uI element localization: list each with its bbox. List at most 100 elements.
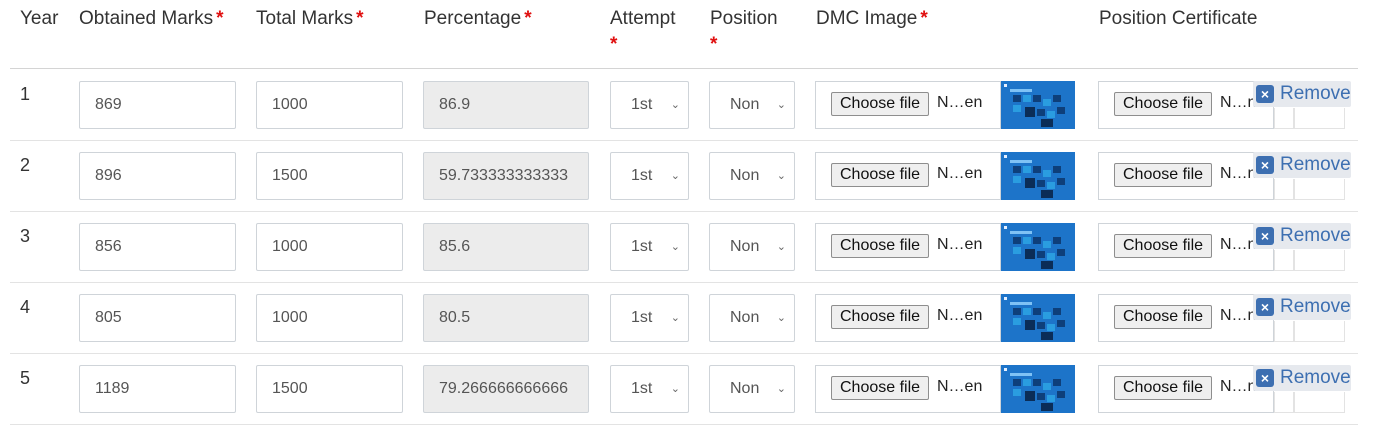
- header-year: Year: [20, 8, 59, 29]
- obtained-marks-input[interactable]: 856: [79, 223, 236, 271]
- certificate-choose-file-button[interactable]: Choose file: [1114, 92, 1213, 116]
- remove-button[interactable]: × Remove: [1253, 294, 1351, 320]
- hidden-field-box: [1294, 321, 1345, 342]
- remove-button[interactable]: × Remove: [1253, 81, 1351, 107]
- close-x-icon: ×: [1256, 298, 1274, 316]
- table-row: 4 805 1000 80.5 1st ⌄ Non ⌄ Choose file …: [0, 283, 1378, 354]
- position-certificate-file-input[interactable]: Choose file N…n: [1098, 152, 1274, 200]
- position-certificate-file-input[interactable]: Choose file N…n: [1098, 81, 1274, 129]
- position-select[interactable]: Non ⌄: [709, 223, 795, 271]
- dmc-image-thumbnail: [1001, 81, 1075, 129]
- year-cell: 5: [20, 368, 31, 388]
- position-certificate-file-input[interactable]: Choose file N…n: [1098, 294, 1274, 342]
- dmc-choose-file-button[interactable]: Choose file: [831, 163, 930, 187]
- position-value: Non: [730, 96, 760, 113]
- certificate-file-name: N…n: [1220, 378, 1257, 395]
- hidden-field-box: [1294, 392, 1345, 413]
- percentage-field: 79.266666666666: [423, 365, 589, 413]
- dmc-choose-file-button[interactable]: Choose file: [831, 376, 930, 400]
- table-row: 2 896 1500 59.733333333333 1st ⌄ Non ⌄ C…: [0, 141, 1378, 212]
- attempt-select[interactable]: 1st ⌄: [610, 152, 689, 200]
- dmc-choose-file-button[interactable]: Choose file: [831, 92, 930, 116]
- header-position-certificate: Position Certificate: [1099, 8, 1258, 29]
- header-position: Position *: [710, 8, 778, 55]
- header-total-marks: Total Marks *: [256, 8, 364, 29]
- attempt-select[interactable]: 1st ⌄: [610, 223, 689, 271]
- dmc-file-input[interactable]: Choose file N…en: [815, 81, 1001, 129]
- year-cell: 1: [20, 84, 31, 104]
- position-select[interactable]: Non ⌄: [709, 81, 795, 129]
- position-certificate-file-input[interactable]: Choose file N…n: [1098, 365, 1274, 413]
- total-marks-input[interactable]: 1000: [256, 81, 403, 129]
- attempt-select[interactable]: 1st ⌄: [610, 365, 689, 413]
- year-cell: 2: [20, 155, 31, 175]
- obtained-marks-input[interactable]: 869: [79, 81, 236, 129]
- certificate-choose-file-button[interactable]: Choose file: [1114, 234, 1213, 258]
- dmc-image-thumbnail: [1001, 223, 1075, 271]
- remove-button[interactable]: × Remove: [1253, 152, 1351, 178]
- certificate-file-name: N…n: [1220, 165, 1257, 182]
- hidden-field-box: [1274, 179, 1294, 200]
- obtained-marks-input[interactable]: 1189: [79, 365, 236, 413]
- position-value: Non: [730, 380, 760, 397]
- hidden-field-box: [1294, 250, 1345, 271]
- remove-button[interactable]: × Remove: [1253, 223, 1351, 249]
- remove-label: Remove: [1280, 154, 1351, 175]
- dmc-file-input[interactable]: Choose file N…en: [815, 365, 1001, 413]
- position-select[interactable]: Non ⌄: [709, 365, 795, 413]
- required-marker: *: [356, 8, 364, 29]
- percentage-field: 86.9: [423, 81, 589, 129]
- header-dmc-image: DMC Image *: [816, 8, 928, 29]
- dmc-file-input[interactable]: Choose file N…en: [815, 223, 1001, 271]
- table-row: 3 856 1000 85.6 1st ⌄ Non ⌄ Choose file …: [0, 212, 1378, 283]
- certificate-file-name: N…n: [1220, 236, 1257, 253]
- chevron-down-icon: ⌄: [670, 383, 680, 395]
- certificate-choose-file-button[interactable]: Choose file: [1114, 305, 1213, 329]
- dmc-file-input[interactable]: Choose file N…en: [815, 152, 1001, 200]
- remove-label: Remove: [1280, 367, 1351, 388]
- dmc-file-name: N…en: [937, 165, 983, 182]
- required-marker: *: [524, 8, 532, 29]
- attempt-value: 1st: [631, 309, 653, 326]
- obtained-marks-input[interactable]: 896: [79, 152, 236, 200]
- chevron-down-icon: ⌄: [670, 99, 680, 111]
- position-select[interactable]: Non ⌄: [709, 152, 795, 200]
- attempt-value: 1st: [631, 380, 653, 397]
- dmc-file-input[interactable]: Choose file N…en: [815, 294, 1001, 342]
- total-marks-input[interactable]: 1000: [256, 223, 403, 271]
- dmc-choose-file-button[interactable]: Choose file: [831, 305, 930, 329]
- chevron-down-icon: ⌄: [776, 99, 786, 111]
- position-certificate-file-input[interactable]: Choose file N…n: [1098, 223, 1274, 271]
- dmc-image-thumbnail: [1001, 294, 1075, 342]
- required-marker: *: [610, 34, 618, 55]
- remove-label: Remove: [1280, 296, 1351, 317]
- table-row: 1 869 1000 86.9 1st ⌄ Non ⌄ Choose file …: [0, 70, 1378, 141]
- header-percentage: Percentage *: [424, 8, 532, 29]
- position-select[interactable]: Non ⌄: [709, 294, 795, 342]
- dmc-choose-file-button[interactable]: Choose file: [831, 234, 930, 258]
- hidden-field-box: [1274, 321, 1294, 342]
- certificate-choose-file-button[interactable]: Choose file: [1114, 163, 1213, 187]
- remove-label: Remove: [1280, 83, 1351, 104]
- position-value: Non: [730, 167, 760, 184]
- chevron-down-icon: ⌄: [776, 312, 786, 324]
- attempt-select[interactable]: 1st ⌄: [610, 294, 689, 342]
- remove-label: Remove: [1280, 225, 1351, 246]
- remove-button[interactable]: × Remove: [1253, 365, 1351, 391]
- total-marks-input[interactable]: 1500: [256, 152, 403, 200]
- dmc-image-thumbnail: [1001, 152, 1075, 200]
- attempt-select[interactable]: 1st ⌄: [610, 81, 689, 129]
- certificate-choose-file-button[interactable]: Choose file: [1114, 376, 1213, 400]
- total-marks-input[interactable]: 1500: [256, 365, 403, 413]
- position-value: Non: [730, 238, 760, 255]
- total-marks-input[interactable]: 1000: [256, 294, 403, 342]
- header-obtained-marks: Obtained Marks *: [79, 8, 224, 29]
- dmc-file-name: N…en: [937, 378, 983, 395]
- obtained-marks-input[interactable]: 805: [79, 294, 236, 342]
- close-x-icon: ×: [1256, 369, 1274, 387]
- certificate-file-name: N…n: [1220, 94, 1257, 111]
- chevron-down-icon: ⌄: [670, 241, 680, 253]
- percentage-field: 85.6: [423, 223, 589, 271]
- chevron-down-icon: ⌄: [670, 170, 680, 182]
- hidden-field-box: [1274, 108, 1294, 129]
